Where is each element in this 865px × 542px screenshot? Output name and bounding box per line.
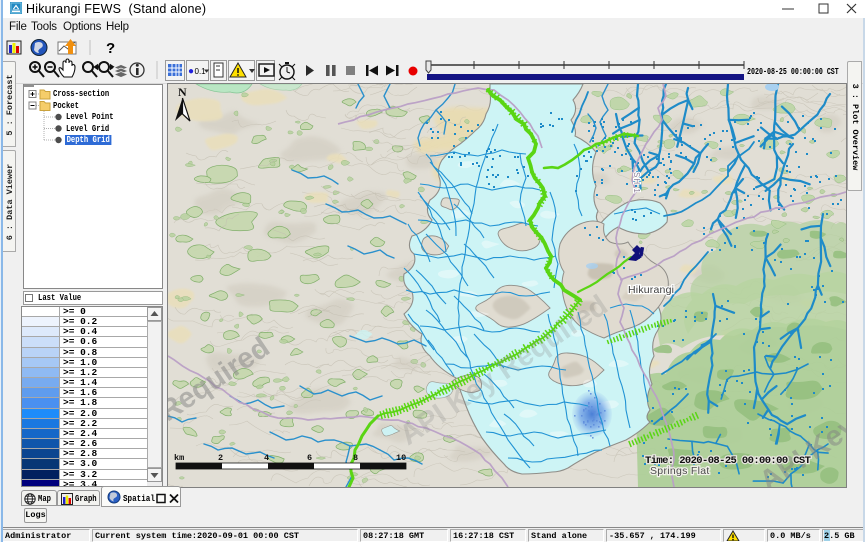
svg-text:10: 10 — [396, 453, 406, 463]
svg-text:2: 2 — [218, 453, 223, 463]
svg-text:8: 8 — [353, 453, 358, 463]
svg-text:?: ? — [106, 40, 115, 57]
svg-text:N: N — [178, 85, 187, 99]
svg-text:4: 4 — [264, 453, 269, 463]
svg-text:km: km — [174, 453, 184, 463]
svg-text:SH 1: SH 1 — [632, 172, 641, 194]
svg-text:Time: 2020-08-25 00:00:00 CST: Time: 2020-08-25 00:00:00 CST — [645, 455, 811, 467]
svg-text:6: 6 — [307, 453, 312, 463]
svg-text:Hikurangi: Hikurangi — [628, 284, 674, 296]
